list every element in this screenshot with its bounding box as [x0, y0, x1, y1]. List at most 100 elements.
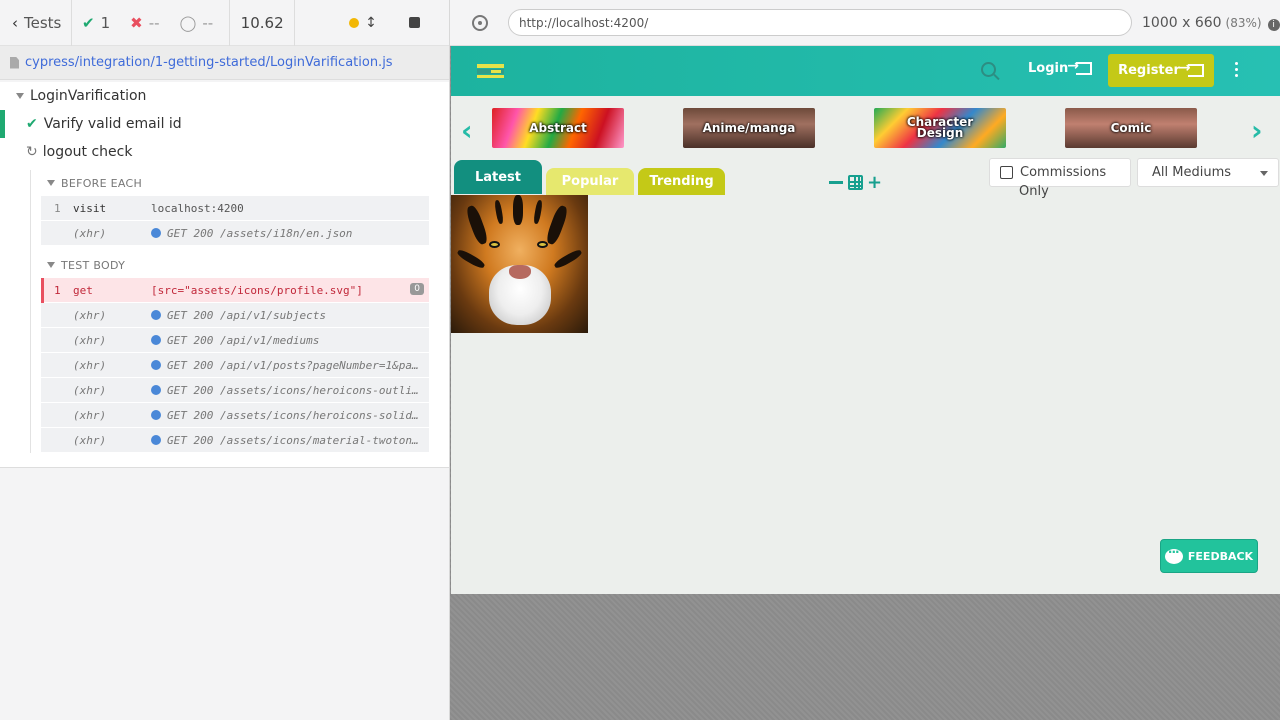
tests-back-button[interactable]: ‹ Tests	[0, 0, 72, 46]
application-under-test: Login Register ‹ Abstract Anime/manga Ch…	[451, 46, 1280, 594]
category-anime-manga[interactable]: Anime/manga	[683, 108, 815, 148]
selector-playground-icon[interactable]	[472, 14, 488, 31]
hook-test-body[interactable]: TEST BODY	[41, 252, 449, 278]
chevron-left-icon: ‹	[12, 13, 18, 32]
command-row[interactable]: (xhr) GET 200 /api/v1/mediums	[41, 328, 429, 353]
command-list: 1 get [src="assets/icons/profile.svg"] 0…	[41, 278, 429, 453]
running-indicator-dot	[349, 17, 360, 28]
command-row[interactable]: 1 visit localhost:4200	[41, 196, 429, 221]
command-row[interactable]: (xhr) GET 200 /api/v1/posts?pageNumber=1…	[41, 353, 429, 378]
test-item-passed[interactable]: ✔ Varify valid email id	[0, 110, 449, 138]
login-label: Login	[1028, 61, 1069, 76]
hook-title: TEST BODY	[61, 258, 126, 272]
command-row-failed[interactable]: 1 get [src="assets/icons/profile.svg"] 0	[41, 278, 429, 303]
command-message: GET 200 /api/v1/mediums	[151, 334, 429, 347]
command-name: (xhr)	[73, 433, 107, 447]
feedback-button[interactable]: FEEDBACK	[1160, 539, 1258, 573]
runnables-list: LoginVarification ✔ Varify valid email i…	[0, 82, 449, 468]
app-preview-pane: http://localhost:4200/ 1000 x 660 (83%) i …	[450, 0, 1280, 720]
category-comic[interactable]: Comic	[1065, 108, 1197, 148]
caret-down-icon	[47, 180, 55, 186]
commissions-label: Commissions	[1020, 165, 1107, 180]
more-menu-icon[interactable]	[1235, 62, 1239, 78]
xhr-status-dot-icon	[151, 310, 161, 320]
pending-circle-icon: ◯	[179, 13, 197, 32]
category-abstract[interactable]: Abstract	[492, 108, 624, 148]
command-message: [src="assets/icons/profile.svg"]	[151, 283, 363, 297]
xhr-status-dot-icon	[151, 360, 161, 370]
tab-trending[interactable]: Trending	[638, 168, 725, 195]
register-button[interactable]: Register	[1108, 54, 1214, 87]
tab-latest[interactable]: Latest	[454, 160, 542, 194]
carousel-next-icon[interactable]: ›	[1251, 114, 1263, 147]
login-arrow-icon	[1179, 60, 1204, 77]
grid-icon[interactable]	[848, 175, 863, 190]
command-name: (xhr)	[73, 408, 107, 422]
viewport-dimensions: 1000 x 660	[1142, 14, 1222, 31]
hook-before-each[interactable]: BEFORE EACH	[41, 170, 449, 196]
test-title: Varify valid email id	[43, 116, 182, 132]
tests-label: Tests	[24, 13, 62, 32]
command-message: GET 200 /api/v1/subjects	[151, 309, 429, 322]
xhr-status-dot-icon	[151, 335, 161, 345]
command-row[interactable]: (xhr) GET 200 /assets/icons/material-two…	[41, 428, 429, 453]
suite-name: LoginVarification	[30, 88, 147, 104]
logo-icon[interactable]	[477, 64, 504, 78]
auto-scroll-toggle-icon[interactable]: ↕	[365, 15, 377, 31]
feedback-label: FEEDBACK	[1187, 549, 1254, 563]
command-name: get	[73, 283, 93, 297]
xhr-status-dot-icon	[151, 435, 161, 445]
test-item-running[interactable]: ↻ logout check	[0, 138, 449, 166]
stop-button[interactable]	[408, 17, 420, 28]
viewport-size: 1000 x 660 (83%) i	[1142, 15, 1280, 31]
viewport-scale: (83%)	[1225, 15, 1262, 30]
test-reporter-panel: ‹ Tests ✔ 1 ✖ -- ◯ -- 10.62 ↕ cypress/in…	[0, 0, 450, 720]
spec-file-path[interactable]: cypress/integration/1-getting-started/Lo…	[0, 46, 449, 80]
mediums-select[interactable]: All Mediums	[1137, 158, 1279, 187]
caret-down-icon	[16, 93, 24, 99]
command-row[interactable]: (xhr) GET 200 /assets/icons/heroicons-ou…	[41, 378, 429, 403]
suite-title[interactable]: LoginVarification	[0, 82, 449, 110]
category-character-design[interactable]: Character Design	[874, 108, 1006, 148]
zoom-out-icon[interactable]	[829, 181, 843, 184]
command-row[interactable]: (xhr) GET 200 /api/v1/subjects	[41, 303, 429, 328]
failed-count: --	[148, 13, 160, 32]
command-row[interactable]: (xhr) GET 200 /assets/icons/heroicons-so…	[41, 403, 429, 428]
tab-popular[interactable]: Popular	[546, 168, 634, 195]
info-icon[interactable]: i	[1267, 18, 1280, 31]
chat-bubble-icon	[1164, 545, 1183, 564]
file-icon	[10, 56, 19, 69]
post-thumbnail-tiger[interactable]	[451, 195, 588, 333]
xhr-status-dot-icon	[151, 228, 161, 238]
failed-stat: ✖ --	[120, 0, 169, 46]
command-row[interactable]: (xhr) GET 200 /assets/i18n/en.json	[41, 221, 429, 246]
xhr-text: GET 200 /api/v1/mediums	[167, 333, 320, 347]
command-message: GET 200 /assets/icons/heroicons-solid…	[151, 409, 429, 422]
refresh-icon: ↻	[26, 144, 38, 160]
command-name: (xhr)	[73, 226, 107, 240]
xhr-text: GET 200 /api/v1/posts?pageNumber=1&pa…	[167, 358, 419, 372]
passed-stat: ✔ 1	[72, 0, 120, 46]
command-name: (xhr)	[73, 333, 107, 347]
xhr-status-dot-icon	[151, 410, 161, 420]
command-name: (xhr)	[73, 358, 107, 372]
passed-count: 1	[100, 13, 111, 32]
command-list: 1 visit localhost:4200 (xhr) GET 200 /as…	[41, 196, 429, 246]
login-arrow-icon	[1067, 58, 1093, 75]
url-input[interactable]: http://localhost:4200/	[508, 9, 1132, 36]
commissions-label-line2: Only	[1019, 184, 1049, 199]
command-message: localhost:4200	[151, 201, 244, 215]
grid-size-controls: +	[829, 173, 882, 191]
hooks-container: BEFORE EACH 1 visit localhost:4200 (xhr)…	[30, 170, 449, 453]
cross-icon: ✖	[130, 13, 143, 32]
zoom-in-icon[interactable]: +	[867, 173, 882, 191]
login-button[interactable]: Login	[1028, 58, 1093, 76]
spec-file-link[interactable]: cypress/integration/1-getting-started/Lo…	[25, 55, 393, 70]
carousel-prev-icon[interactable]: ‹	[461, 114, 473, 147]
search-icon[interactable]	[981, 62, 996, 77]
commissions-only-checkbox[interactable]: Commissions	[989, 158, 1131, 187]
xhr-text: GET 200 /api/v1/subjects	[167, 308, 326, 322]
checkbox-icon[interactable]	[1000, 166, 1013, 179]
command-message: GET 200 /assets/icons/heroicons-outli…	[151, 384, 429, 397]
command-name: (xhr)	[73, 383, 107, 397]
